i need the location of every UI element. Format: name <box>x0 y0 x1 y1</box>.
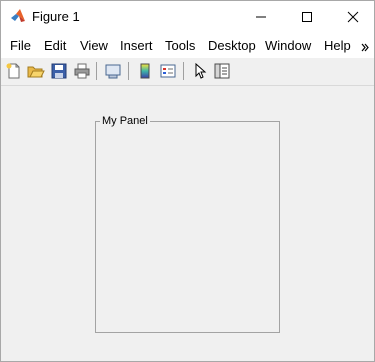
uipanel: My Panel <box>95 114 280 333</box>
figure-toolbar <box>1 58 374 86</box>
menu-overflow-chevron-icon[interactable] <box>361 40 370 55</box>
link-plot-icon <box>105 64 121 79</box>
link-plot-button[interactable] <box>102 60 124 82</box>
print-figure-button[interactable] <box>71 60 93 82</box>
legend-icon <box>160 64 176 78</box>
menu-edit[interactable]: Edit <box>44 38 66 53</box>
menu-help[interactable]: Help <box>324 38 351 53</box>
window-title: Figure 1 <box>32 9 80 24</box>
insert-colorbar-button[interactable] <box>134 60 156 82</box>
new-figure-button[interactable] <box>3 60 25 82</box>
panel-title: My Panel <box>100 114 150 128</box>
toolbar-separator <box>96 62 97 80</box>
toolbar-separator <box>183 62 184 80</box>
menu-desktop[interactable]: Desktop <box>208 38 256 53</box>
figure-canvas[interactable]: My Panel <box>1 86 374 361</box>
menu-view[interactable]: View <box>80 38 108 53</box>
arrow-pointer-icon <box>195 62 207 79</box>
close-button[interactable] <box>330 1 375 32</box>
matlab-logo-icon <box>10 8 26 24</box>
title-bar[interactable]: Figure 1 <box>1 1 374 32</box>
menu-insert[interactable]: Insert <box>120 38 153 53</box>
maximize-button[interactable] <box>284 1 330 32</box>
save-disk-icon <box>51 63 67 79</box>
menu-bar: File Edit View Insert Tools Desktop Wind… <box>1 32 374 58</box>
open-file-button[interactable] <box>25 60 47 82</box>
figure-window: Figure 1 File Edit View Insert Tools Des… <box>0 0 375 362</box>
inspector-icon <box>214 63 230 79</box>
close-icon <box>347 11 359 22</box>
minimize-button[interactable] <box>238 1 284 32</box>
menu-window[interactable]: Window <box>265 38 311 53</box>
save-figure-button[interactable] <box>48 60 70 82</box>
maximize-icon <box>302 11 312 22</box>
menu-tools[interactable]: Tools <box>165 38 195 53</box>
edit-plot-button[interactable] <box>189 60 211 82</box>
minimize-icon <box>256 16 266 17</box>
colorbar-icon <box>140 63 150 79</box>
printer-icon <box>74 63 90 79</box>
toolbar-separator <box>128 62 129 80</box>
menu-file[interactable]: File <box>10 38 31 53</box>
insert-legend-button[interactable] <box>157 60 179 82</box>
property-inspector-button[interactable] <box>211 60 233 82</box>
new-file-icon <box>6 63 20 79</box>
open-folder-icon <box>27 66 45 78</box>
